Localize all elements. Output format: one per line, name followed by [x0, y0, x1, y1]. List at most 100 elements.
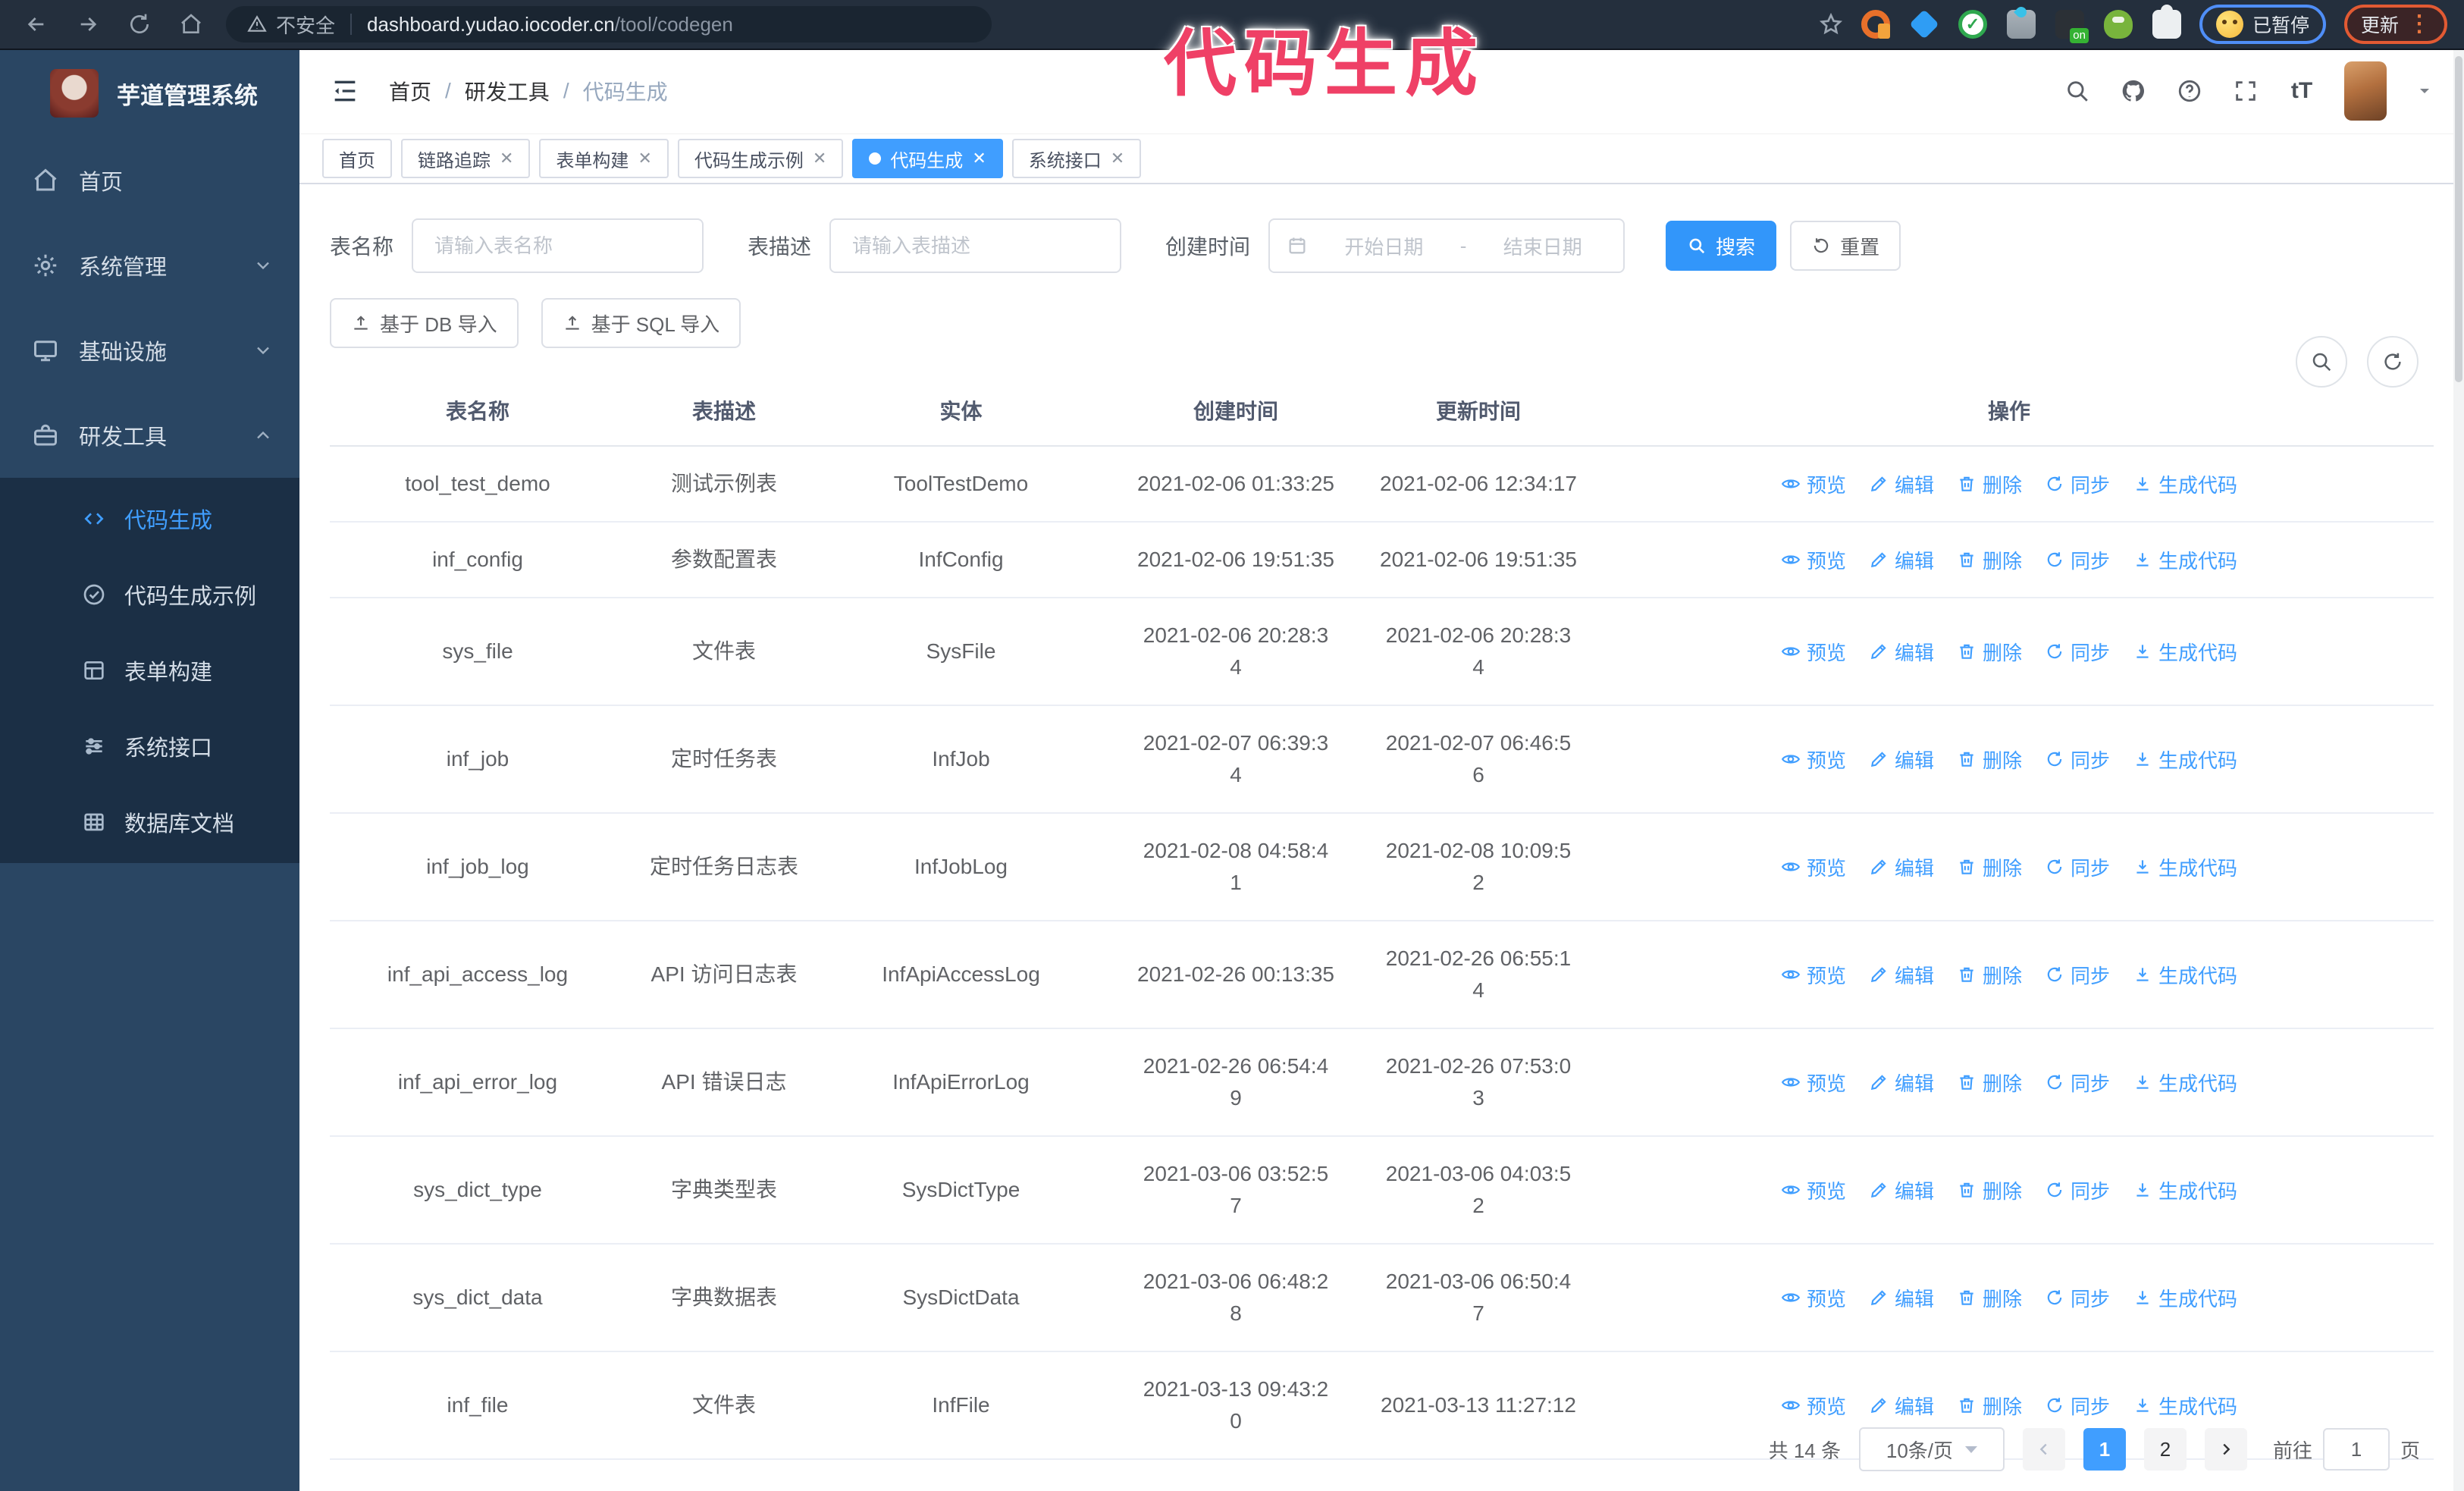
sync-link[interactable]: 同步: [2045, 853, 2110, 881]
page-size-select[interactable]: 10条/页: [1858, 1427, 2005, 1471]
browser-forward-icon[interactable]: [73, 9, 103, 39]
preview-link[interactable]: 预览: [1781, 638, 1846, 666]
delete-link[interactable]: 删除: [1957, 546, 2022, 574]
tab-表单构建[interactable]: 表单构建 ✕: [539, 139, 669, 178]
page-button-1[interactable]: 1: [2083, 1428, 2126, 1471]
sidebar-item-form[interactable]: 表单构建: [0, 632, 299, 708]
search-icon[interactable]: [2064, 77, 2091, 105]
edit-link[interactable]: 编辑: [1869, 1284, 1934, 1312]
app-logo-row[interactable]: 芋道管理系统: [0, 49, 299, 138]
generate-link[interactable]: 生成代码: [2133, 1069, 2237, 1097]
sync-link[interactable]: 同步: [2045, 961, 2110, 989]
edit-link[interactable]: 编辑: [1869, 1392, 1934, 1420]
address-bar[interactable]: 不安全 dashboard.yudao.iocoder.cn /tool/cod…: [226, 6, 992, 42]
refresh-orange-ext-icon[interactable]: [1861, 10, 1890, 39]
tab-代码生成[interactable]: 代码生成 ✕: [852, 139, 1003, 178]
preview-link[interactable]: 预览: [1781, 853, 1846, 881]
sidebar-item-toolbox[interactable]: 研发工具: [0, 393, 299, 478]
sync-link[interactable]: 同步: [2045, 1284, 2110, 1312]
help-icon[interactable]: [2176, 77, 2203, 105]
font-size-icon[interactable]: tT: [2288, 77, 2315, 105]
breadcrumb-home[interactable]: 首页: [389, 76, 431, 106]
preview-link[interactable]: 预览: [1781, 470, 1846, 498]
edit-link[interactable]: 编辑: [1869, 961, 1934, 989]
search-button[interactable]: 搜索: [1666, 221, 1777, 271]
delete-link[interactable]: 删除: [1957, 1176, 2022, 1204]
toggle-search-button[interactable]: [2296, 336, 2347, 388]
tab-代码生成示例[interactable]: 代码生成示例 ✕: [677, 139, 844, 178]
page-button-2[interactable]: 2: [2143, 1428, 2187, 1471]
preview-link[interactable]: 预览: [1781, 1284, 1846, 1312]
page-scrollbar[interactable]: [2453, 49, 2464, 1491]
sidebar-toggle-button[interactable]: [330, 74, 363, 108]
insecure-warning-icon[interactable]: [247, 14, 267, 34]
tab-close-icon[interactable]: ✕: [500, 150, 513, 167]
gem-blue-ext-icon[interactable]: [1909, 9, 1939, 39]
preview-link[interactable]: 预览: [1781, 546, 1846, 574]
sidebar-item-gear[interactable]: 系统管理: [0, 223, 299, 308]
edit-link[interactable]: 编辑: [1869, 638, 1934, 666]
browser-home-icon[interactable]: [176, 9, 206, 39]
prev-page-button[interactable]: [2022, 1428, 2065, 1471]
generate-link[interactable]: 生成代码: [2133, 638, 2237, 666]
generate-link[interactable]: 生成代码: [2133, 1176, 2237, 1204]
user-avatar[interactable]: [2344, 61, 2387, 121]
edit-link[interactable]: 编辑: [1869, 1069, 1934, 1097]
generate-link[interactable]: 生成代码: [2133, 853, 2237, 881]
import-db-button[interactable]: 基于 DB 导入: [330, 298, 519, 348]
tab-首页[interactable]: 首页: [322, 139, 392, 178]
preview-link[interactable]: 预览: [1781, 1392, 1846, 1420]
goto-page-input[interactable]: [2322, 1428, 2390, 1471]
edit-link[interactable]: 编辑: [1869, 1176, 1934, 1204]
preview-link[interactable]: 预览: [1781, 961, 1846, 989]
github-icon[interactable]: [2120, 77, 2147, 105]
sync-link[interactable]: 同步: [2045, 1392, 2110, 1420]
sidebar-item-database[interactable]: 数据库文档: [0, 784, 299, 860]
refresh-table-button[interactable]: [2367, 336, 2419, 388]
puzzle-ext-icon[interactable]: [2152, 5, 2181, 39]
delete-link[interactable]: 删除: [1957, 470, 2022, 498]
shield-check-ext-icon[interactable]: [1958, 10, 1987, 39]
tab-close-icon[interactable]: ✕: [1111, 150, 1124, 167]
edit-link[interactable]: 编辑: [1869, 470, 1934, 498]
user-menu-caret-icon[interactable]: [2415, 82, 2434, 100]
edit-link[interactable]: 编辑: [1869, 746, 1934, 774]
fullscreen-icon[interactable]: [2232, 77, 2259, 105]
sync-link[interactable]: 同步: [2045, 546, 2110, 574]
tab-系统接口[interactable]: 系统接口 ✕: [1011, 139, 1142, 178]
profile-paused-chip[interactable]: 已暂停: [2199, 5, 2326, 44]
delete-link[interactable]: 删除: [1957, 1069, 2022, 1097]
sidebar-item-home[interactable]: 首页: [0, 138, 299, 223]
generate-link[interactable]: 生成代码: [2133, 746, 2237, 774]
import-sql-button[interactable]: 基于 SQL 导入: [541, 298, 741, 348]
generate-link[interactable]: 生成代码: [2133, 1392, 2237, 1420]
generate-link[interactable]: 生成代码: [2133, 470, 2237, 498]
tab-close-icon[interactable]: ✕: [972, 150, 986, 167]
delete-link[interactable]: 删除: [1957, 1284, 2022, 1312]
table-name-input[interactable]: [412, 218, 704, 273]
sync-link[interactable]: 同步: [2045, 1176, 2110, 1204]
preview-link[interactable]: 预览: [1781, 1176, 1846, 1204]
edit-link[interactable]: 编辑: [1869, 853, 1934, 881]
edit-link[interactable]: 编辑: [1869, 546, 1934, 574]
bookmark-star-icon[interactable]: [1819, 12, 1843, 36]
sync-link[interactable]: 同步: [2045, 638, 2110, 666]
browser-back-icon[interactable]: [21, 9, 52, 39]
grid-gray-ext-icon[interactable]: [2006, 10, 2036, 39]
sync-link[interactable]: 同步: [2045, 1069, 2110, 1097]
generate-link[interactable]: 生成代码: [2133, 546, 2237, 574]
reset-button[interactable]: 重置: [1790, 221, 1901, 271]
preview-link[interactable]: 预览: [1781, 1069, 1846, 1097]
date-range-picker[interactable]: 开始日期 - 结束日期: [1268, 218, 1625, 273]
sidebar-item-monitor[interactable]: 基础设施: [0, 308, 299, 393]
delete-link[interactable]: 删除: [1957, 961, 2022, 989]
browser-reload-icon[interactable]: [124, 9, 155, 39]
robot-green-ext-icon[interactable]: [2103, 10, 2133, 39]
sync-link[interactable]: 同步: [2045, 746, 2110, 774]
generate-link[interactable]: 生成代码: [2133, 961, 2237, 989]
sidebar-item-code[interactable]: 代码生成: [0, 481, 299, 557]
delete-link[interactable]: 删除: [1957, 1392, 2022, 1420]
sync-link[interactable]: 同步: [2045, 470, 2110, 498]
delete-link[interactable]: 删除: [1957, 853, 2022, 881]
delete-link[interactable]: 删除: [1957, 746, 2022, 774]
